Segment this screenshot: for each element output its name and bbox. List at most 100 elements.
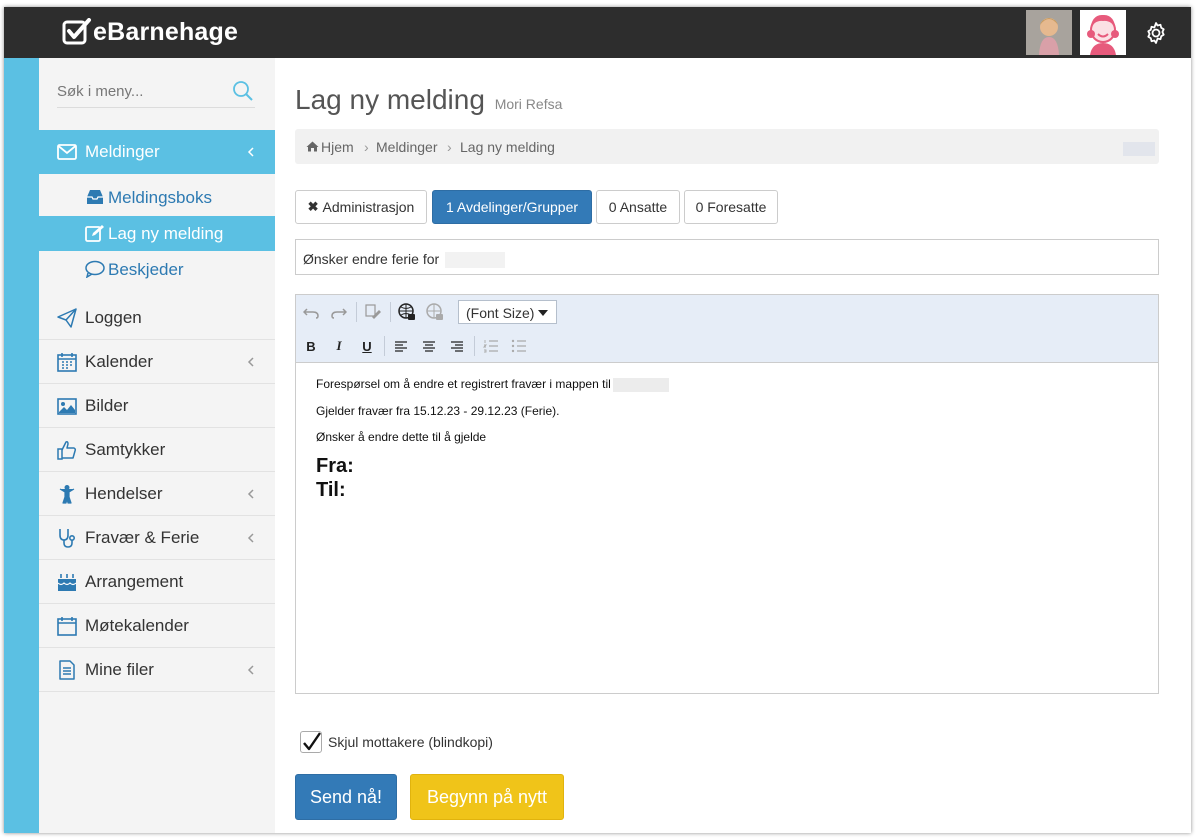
redo-icon[interactable] bbox=[328, 301, 350, 323]
bold-button[interactable]: B bbox=[300, 335, 322, 357]
sidebar-item-label: Meldinger bbox=[85, 142, 160, 161]
avatar[interactable] bbox=[1026, 10, 1072, 55]
bullet-list-icon[interactable] bbox=[508, 335, 530, 357]
cake-icon bbox=[57, 574, 77, 591]
sidebar-subitem-meldingsboks[interactable]: Meldingsboks bbox=[39, 180, 275, 215]
sidebar-item-label: Mine filer bbox=[85, 659, 154, 679]
undo-icon[interactable] bbox=[300, 301, 322, 323]
inbox-icon bbox=[87, 190, 103, 204]
page-title-text: Lag ny melding bbox=[295, 84, 485, 115]
subject-field[interactable]: Ønsker endre ferie for bbox=[295, 239, 1159, 275]
breadcrumb-meldinger[interactable]: Meldinger bbox=[376, 139, 437, 155]
editor-line: Ønsker å endre dette til å gjelde bbox=[316, 430, 487, 444]
main-content: Lag ny melding Mori Refsa Hjem › Melding… bbox=[275, 58, 1191, 833]
sidebar-item-label: Kalender bbox=[85, 351, 154, 371]
top-bar: eBarnehage bbox=[4, 7, 1191, 58]
remove-format-icon[interactable] bbox=[362, 301, 384, 323]
redacted-area bbox=[612, 377, 669, 392]
search-icon[interactable] bbox=[232, 80, 254, 102]
app-logo[interactable]: eBarnehage bbox=[62, 16, 238, 48]
underline-button[interactable]: U bbox=[356, 335, 378, 357]
sidebar-item-samtykker[interactable]: Samtykker bbox=[39, 428, 275, 472]
sidebar-subitem-label: Lag ny melding bbox=[108, 224, 224, 243]
editor-line: Forespørsel om å endre et registrert fra… bbox=[316, 377, 669, 392]
editor-line: Gjelder fravær fra 15.12.23 - 29.12.23 (… bbox=[316, 404, 560, 418]
font-size-select[interactable]: (Font Size) bbox=[458, 300, 557, 324]
reset-button[interactable]: Begynn på nytt bbox=[410, 774, 564, 820]
editor-from-label: Fra: bbox=[316, 455, 354, 477]
toolbar-divider bbox=[356, 302, 357, 322]
recipient-admin-button[interactable]: ✖ Administrasjon bbox=[295, 190, 427, 224]
breadcrumb-current: Lag ny melding bbox=[460, 139, 555, 155]
search-input[interactable] bbox=[57, 76, 227, 106]
sidebar-item-kalender[interactable]: Kalender bbox=[39, 340, 275, 384]
recipient-staff-button[interactable]: 0 Ansatte bbox=[596, 190, 680, 224]
sidebar-item-bilder[interactable]: Bilder bbox=[39, 384, 275, 428]
message-editor: (Font Size) B I U Forespørsel om å endre… bbox=[295, 294, 1159, 694]
hide-recipients-label: Skjul mottakere (blindkopi) bbox=[328, 734, 493, 750]
page-title: Lag ny melding Mori Refsa bbox=[295, 84, 562, 116]
sidebar-item-fravaer-ferie[interactable]: Fravær & Ferie bbox=[39, 516, 275, 560]
sidebar-item-label: Møtekalender bbox=[85, 615, 189, 635]
calendar-empty-icon bbox=[57, 617, 77, 636]
chevron-left-icon bbox=[247, 357, 254, 367]
recipient-groups-button[interactable]: 1 Avdelinger/Grupper bbox=[432, 190, 592, 224]
app-name: eBarnehage bbox=[93, 17, 239, 46]
sidebar-item-label: Hendelser bbox=[85, 483, 163, 503]
subject-text: Ønsker endre ferie for bbox=[303, 251, 440, 267]
sidebar-item-hendelser[interactable]: Hendelser bbox=[39, 472, 275, 516]
image-icon bbox=[57, 398, 77, 415]
child-icon bbox=[59, 485, 75, 504]
editor-to-label: Til: bbox=[316, 479, 346, 501]
menu-search bbox=[57, 76, 255, 108]
sidebar-item-label: Loggen bbox=[85, 307, 142, 327]
chevron-left-icon bbox=[247, 533, 254, 543]
sidebar-item-arrangement[interactable]: Arrangement bbox=[39, 560, 275, 604]
toolbar-divider bbox=[390, 302, 391, 322]
app-window: eBarnehage Søk i meny... Meldinger Meldi… bbox=[4, 7, 1191, 833]
editor-toolbar: (Font Size) B I U bbox=[296, 295, 1158, 363]
gear-icon[interactable] bbox=[1144, 21, 1168, 45]
align-left-icon[interactable] bbox=[390, 335, 412, 357]
calendar-icon bbox=[57, 353, 77, 372]
avatar-child[interactable] bbox=[1080, 10, 1126, 55]
sidebar-item-meldinger[interactable]: Meldinger bbox=[39, 130, 275, 174]
comment-icon bbox=[85, 260, 105, 278]
hide-recipients-checkbox[interactable] bbox=[300, 731, 322, 753]
sidebar: Meldinger Meldingsboks Lag ny melding Be… bbox=[39, 58, 275, 833]
align-center-icon[interactable] bbox=[418, 335, 440, 357]
ordered-list-icon[interactable] bbox=[480, 335, 502, 357]
sidebar-subitem-beskjeder[interactable]: Beskjeder bbox=[39, 252, 275, 287]
breadcrumb-separator: › bbox=[364, 139, 369, 155]
chevron-left-icon bbox=[247, 489, 254, 499]
file-icon bbox=[59, 660, 75, 680]
paper-plane-icon bbox=[57, 308, 77, 328]
sidebar-item-motekalender[interactable]: Møtekalender bbox=[39, 604, 275, 648]
breadcrumb-home[interactable]: Hjem bbox=[321, 139, 354, 155]
breadcrumb: Hjem › Meldinger › Lag ny melding bbox=[295, 129, 1159, 164]
link-icon[interactable] bbox=[396, 301, 418, 323]
chevron-left-icon bbox=[247, 147, 254, 157]
breadcrumb-separator: › bbox=[447, 139, 452, 155]
align-right-icon[interactable] bbox=[446, 335, 468, 357]
sidebar-subitem-label: Beskjeder bbox=[108, 260, 184, 279]
page-subtitle: Mori Refsa bbox=[494, 96, 563, 112]
sidebar-item-label: Samtykker bbox=[85, 439, 166, 459]
sidebar-subitem-lag-ny-melding[interactable]: Lag ny melding bbox=[39, 216, 275, 251]
envelope-icon bbox=[57, 144, 77, 160]
redacted-area bbox=[1123, 142, 1155, 156]
sidebar-item-label: Bilder bbox=[85, 395, 129, 415]
unlink-icon[interactable] bbox=[424, 301, 446, 323]
sidebar-subitem-label: Meldingsboks bbox=[108, 188, 212, 207]
toolbar-divider bbox=[474, 336, 475, 356]
italic-button[interactable]: I bbox=[328, 335, 350, 357]
chevron-down-icon bbox=[538, 310, 548, 316]
recipient-guardians-button[interactable]: 0 Foresatte bbox=[684, 190, 778, 224]
chevron-left-icon bbox=[247, 665, 254, 675]
sidebar-item-label: Arrangement bbox=[85, 571, 184, 591]
edit-icon bbox=[85, 225, 104, 242]
home-icon bbox=[306, 141, 319, 152]
send-button[interactable]: Send nå! bbox=[295, 774, 397, 820]
sidebar-item-loggen[interactable]: Loggen bbox=[39, 296, 275, 340]
sidebar-item-mine-filer[interactable]: Mine filer bbox=[39, 648, 275, 692]
